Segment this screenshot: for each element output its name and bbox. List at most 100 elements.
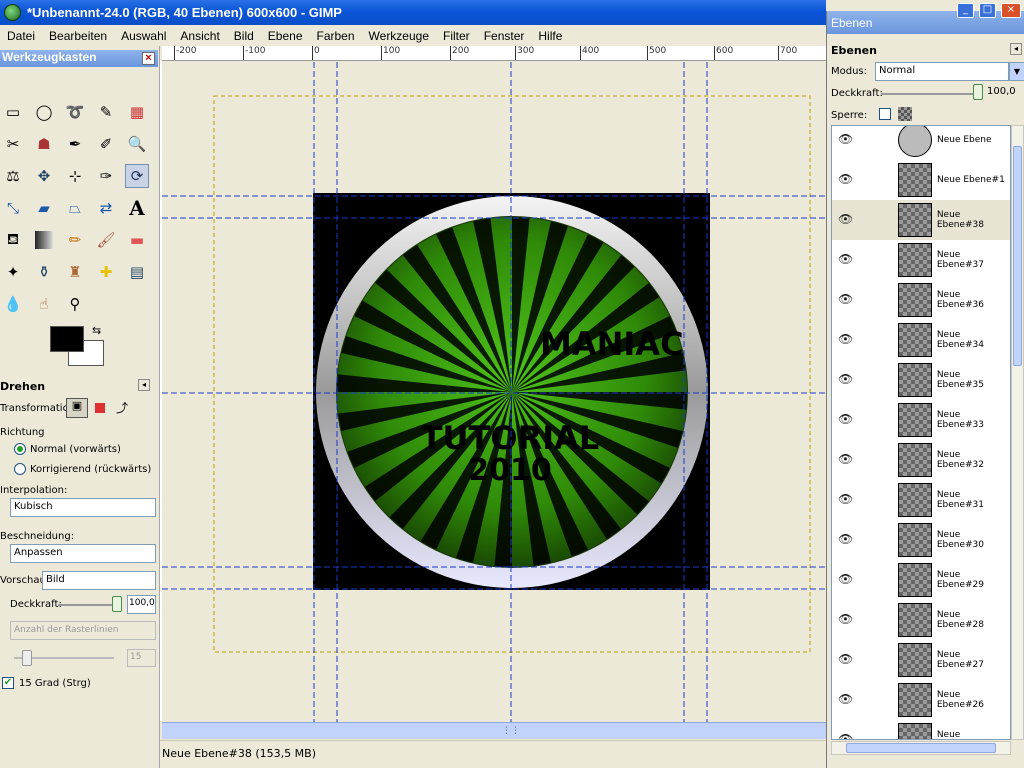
menu-filter[interactable]: Filter: [436, 29, 477, 43]
close-button[interactable]: ×: [1001, 3, 1021, 18]
layer-list-hscrollbar[interactable]: [831, 741, 1011, 755]
preview-select[interactable]: Bild: [42, 571, 156, 590]
interpolation-select[interactable]: Kubisch: [10, 498, 156, 517]
layer-opacity-value[interactable]: 100,0: [987, 86, 1016, 97]
perspective-icon[interactable]: ⏢: [63, 196, 87, 220]
rotate-icon[interactable]: ⟳: [125, 164, 149, 188]
eye-icon[interactable]: 👁: [838, 212, 853, 226]
eye-icon[interactable]: 👁: [838, 612, 853, 626]
move-icon[interactable]: ✥: [32, 164, 56, 188]
horizontal-scrollbar[interactable]: ⋮⋮: [162, 722, 826, 739]
horizontal-ruler[interactable]: -200 -100 0 100 200 300 400 500 600 700: [162, 46, 826, 61]
measure-icon[interactable]: ⚖: [1, 164, 25, 188]
ellipse-select-icon[interactable]: ◯: [32, 100, 56, 124]
layer-row[interactable]: 👁 Neue Ebene#34: [832, 320, 1010, 360]
paintbrush-icon[interactable]: 🖌: [94, 228, 118, 252]
menu-werkzeuge[interactable]: Werkzeuge: [362, 29, 436, 43]
tool-opacity-slider-handle[interactable]: [112, 596, 122, 612]
toolbox-close-button[interactable]: ×: [142, 52, 155, 65]
minimize-button[interactable]: _: [957, 3, 974, 18]
eye-icon[interactable]: 👁: [838, 172, 853, 186]
blur-icon[interactable]: 💧: [1, 292, 25, 316]
scissors-icon[interactable]: ✂: [1, 132, 25, 156]
menu-datei[interactable]: Datei: [0, 29, 42, 43]
layers-menu-icon[interactable]: ◂: [1010, 43, 1022, 55]
eye-icon[interactable]: 👁: [838, 372, 853, 386]
layer-row[interactable]: 👁 Neue Ebene#30: [832, 520, 1010, 560]
gridlines-count-input[interactable]: 15: [127, 649, 156, 667]
layer-list-scroll-thumb[interactable]: [1013, 146, 1022, 366]
layer-row[interactable]: 👁 Neue Ebene#27: [832, 640, 1010, 680]
transform-selection-icon[interactable]: [95, 403, 105, 413]
color-picker-icon[interactable]: ✐: [94, 132, 118, 156]
layer-row[interactable]: 👁 Neue Ebene#32: [832, 440, 1010, 480]
mode-dropdown-icon[interactable]: ▼: [1009, 62, 1024, 81]
maximize-button[interactable]: □: [979, 3, 996, 18]
eye-icon[interactable]: 👁: [838, 492, 853, 506]
lock-pixels-checkbox[interactable]: [879, 108, 891, 120]
zoom-icon[interactable]: 🔍: [125, 132, 149, 156]
layer-row[interactable]: 👁 Neue Ebene: [832, 126, 1010, 160]
shear-icon[interactable]: ▰: [32, 196, 56, 220]
heal-icon[interactable]: ✚: [94, 260, 118, 284]
crop-icon[interactable]: ✑: [94, 164, 118, 188]
perspective-clone-icon[interactable]: ▤: [125, 260, 149, 284]
menu-bild[interactable]: Bild: [227, 29, 261, 43]
scale-icon[interactable]: ⤡: [1, 196, 25, 220]
eye-icon[interactable]: 👁: [838, 252, 853, 266]
layer-row[interactable]: 👁 Neue Ebene#31: [832, 480, 1010, 520]
eye-icon[interactable]: 👁: [838, 572, 853, 586]
eye-icon[interactable]: 👁: [838, 692, 853, 706]
eye-icon[interactable]: 👁: [838, 292, 853, 306]
foreground-color-swatch[interactable]: [50, 326, 84, 352]
transform-layer-icon[interactable]: ▣: [66, 398, 88, 418]
menu-ansicht[interactable]: Ansicht: [173, 29, 226, 43]
bucket-fill-icon[interactable]: ⛾: [1, 228, 25, 252]
eye-icon[interactable]: 👁: [838, 412, 853, 426]
layer-row[interactable]: 👁 Neue Ebene#29: [832, 560, 1010, 600]
flip-icon[interactable]: ⇄: [94, 196, 118, 220]
layer-row[interactable]: 👁 Neue Ebene#26: [832, 680, 1010, 720]
direction-backward-radio[interactable]: Korrigierend (rückwärts): [14, 463, 151, 475]
airbrush-icon[interactable]: ✦: [1, 260, 25, 284]
menu-fenster[interactable]: Fenster: [477, 29, 532, 43]
layer-list-scrollbar[interactable]: [1011, 125, 1024, 740]
layer-row[interactable]: 👁 Neue Ebene#25: [832, 720, 1010, 739]
fuzzy-select-icon[interactable]: ✎: [94, 100, 118, 124]
eye-icon[interactable]: 👁: [838, 652, 853, 666]
gridlines-slider-handle[interactable]: [22, 650, 32, 666]
gradient-icon[interactable]: [35, 231, 53, 249]
gridlines-dropdown[interactable]: Anzahl der Rasterlinien: [10, 621, 156, 640]
layer-row-selected[interactable]: 👁 Neue Ebene#38: [832, 200, 1010, 240]
paths-icon[interactable]: ✒: [63, 132, 87, 156]
swap-colors-icon[interactable]: ⇆: [92, 324, 101, 337]
layer-row[interactable]: 👁 Neue Ebene#33: [832, 400, 1010, 440]
menu-auswahl[interactable]: Auswahl: [114, 29, 173, 43]
dodge-burn-icon[interactable]: ⚲: [63, 292, 87, 316]
lock-alpha-icon[interactable]: [898, 107, 912, 121]
text-tool-icon[interactable]: A: [125, 196, 149, 220]
eye-icon[interactable]: 👁: [838, 532, 853, 546]
eye-icon[interactable]: 👁: [838, 132, 853, 146]
snap-15-degree-checkbox[interactable]: ✔ 15 Grad (Strg): [2, 677, 91, 689]
foreground-select-icon[interactable]: ☗: [32, 132, 56, 156]
menu-bearbeiten[interactable]: Bearbeiten: [42, 29, 114, 43]
layer-row[interactable]: 👁 Neue Ebene#37: [832, 240, 1010, 280]
clone-icon[interactable]: ♜: [63, 260, 87, 284]
ink-icon[interactable]: ⚱: [32, 260, 56, 284]
tool-options-menu-icon[interactable]: ◂: [138, 379, 150, 391]
rect-select-icon[interactable]: ▭: [1, 100, 25, 124]
eye-icon[interactable]: 👁: [838, 332, 853, 346]
layer-row[interactable]: 👁 Neue Ebene#1: [832, 160, 1010, 200]
tool-opacity-input[interactable]: 100,0: [127, 595, 156, 614]
layer-row[interactable]: 👁 Neue Ebene#35: [832, 360, 1010, 400]
smudge-icon[interactable]: ☝: [32, 292, 56, 316]
color-select-icon[interactable]: ▦: [125, 100, 149, 124]
menu-farben[interactable]: Farben: [310, 29, 362, 43]
layer-opacity-slider-handle[interactable]: [973, 84, 983, 100]
eye-icon[interactable]: 👁: [838, 452, 853, 466]
layer-row[interactable]: 👁 Neue Ebene#28: [832, 600, 1010, 640]
menu-ebene[interactable]: Ebene: [261, 29, 310, 43]
clipping-select[interactable]: Anpassen: [10, 544, 156, 563]
layer-row[interactable]: 👁 Neue Ebene#36: [832, 280, 1010, 320]
